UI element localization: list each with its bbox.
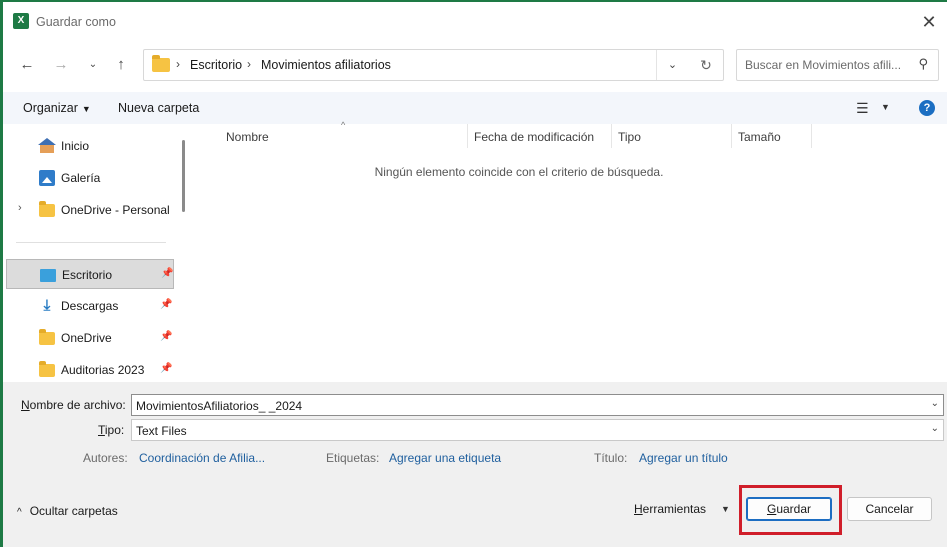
file-type-value: Text Files (136, 424, 187, 438)
gallery-icon (39, 170, 55, 186)
sort-indicator-icon: ^ (341, 120, 346, 130)
nav-item-desktop[interactable]: Escritorio 📌 (6, 259, 174, 289)
search-icon[interactable]: ⚲ (918, 56, 928, 72)
caret-down-icon: ▼ (81, 104, 91, 114)
nav-item-label: Descargas (61, 299, 119, 313)
nav-divider (16, 242, 166, 243)
caret-down-icon[interactable]: ▼ (881, 102, 890, 112)
nav-item-gallery[interactable]: Galería (6, 163, 174, 193)
tools-button[interactable]: Herramientas (634, 502, 706, 516)
breadcrumb-desktop[interactable]: Escritorio (190, 58, 242, 72)
tags-label: Etiquetas: (326, 451, 380, 465)
view-options-icon[interactable]: ☰ (856, 100, 869, 117)
download-icon: ⤓ (43, 297, 51, 314)
title-bar: X Guardar como ✕ (3, 0, 947, 40)
empty-message: Ningún elemento coincide con el criterio… (374, 165, 664, 179)
address-dropdown-icon[interactable]: ⌄ (656, 50, 688, 80)
column-header-size[interactable]: Tamaño (738, 130, 781, 144)
folder-icon (39, 201, 55, 217)
filename-label: Nombre de archivo: (21, 398, 126, 412)
nav-item-label: Escritorio (62, 268, 113, 282)
folder-icon (152, 55, 170, 72)
nav-item-onedrive-personal[interactable]: › OneDrive - Personal (6, 195, 174, 225)
search-box[interactable]: Buscar en Movimientos afili... ⚲ (736, 49, 939, 81)
add-tag-link[interactable]: Agregar una etiqueta (389, 451, 501, 465)
pin-icon[interactable]: 📌 (161, 268, 173, 279)
search-input[interactable]: Buscar en Movimientos afili... (745, 58, 905, 72)
new-folder-button[interactable]: Nueva carpeta (118, 101, 199, 115)
type-label: Tipo: (98, 423, 125, 437)
folder-icon (39, 329, 55, 345)
column-divider[interactable] (731, 124, 732, 148)
column-divider[interactable] (611, 124, 612, 148)
caret-down-icon[interactable]: ▼ (721, 504, 730, 514)
save-form-panel: Nombre de archivo: MovimientosAfiliatori… (3, 382, 947, 547)
column-divider[interactable] (467, 124, 468, 148)
title-label: Título: (594, 451, 628, 465)
chevron-down-icon[interactable]: ⌄ (931, 423, 939, 434)
chevron-down-icon[interactable]: ⌄ (931, 398, 939, 409)
home-icon (38, 138, 56, 154)
hide-folders-button[interactable]: ^ Ocultar carpetas (17, 504, 118, 518)
nav-item-onedrive[interactable]: OneDrive 📌 (6, 323, 174, 353)
address-row: ← → ⌄ ↑ › Escritorio › Movimientos afili… (3, 40, 947, 90)
nav-item-downloads[interactable]: ⤓ Descargas 📌 (6, 291, 174, 321)
column-header-name[interactable]: Nombre (226, 130, 269, 144)
authors-label: Autores: (83, 451, 128, 465)
command-bar: Organizar ▼ Nueva carpeta ☰ ▼ ? (3, 92, 947, 124)
breadcrumb-separator-icon: › (176, 57, 180, 71)
nav-item-auditorias[interactable]: Auditorias 2023 📌 (6, 355, 174, 382)
save-button[interactable]: Guardar (746, 497, 832, 521)
nav-item-label: OneDrive (61, 331, 112, 345)
nav-scrollbar[interactable] (182, 140, 185, 212)
close-icon[interactable]: ✕ (917, 10, 941, 34)
file-type-select[interactable]: Text Files ⌄ (131, 419, 944, 441)
nav-item-home[interactable]: Inicio (6, 131, 174, 161)
pin-icon[interactable]: 📌 (160, 331, 172, 342)
save-as-dialog: X Guardar como ✕ ← → ⌄ ↑ › Escritorio › … (0, 0, 947, 547)
organize-button[interactable]: Organizar ▼ (23, 101, 91, 115)
refresh-icon[interactable]: ↻ (690, 50, 722, 80)
back-arrow-icon[interactable]: ← (16, 54, 38, 76)
navigation-pane: Inicio Galería › OneDrive - Personal Esc… (3, 124, 178, 382)
add-title-link[interactable]: Agregar un título (639, 451, 728, 465)
folder-icon (39, 361, 55, 377)
nav-item-label: Auditorias 2023 (61, 363, 145, 377)
up-arrow-icon[interactable]: ↑ (110, 54, 132, 76)
breadcrumb-separator-icon: › (247, 57, 251, 71)
breadcrumb-current-folder[interactable]: Movimientos afiliatorios (261, 58, 391, 72)
window-title: Guardar como (36, 15, 116, 29)
file-list[interactable]: ^ Nombre Fecha de modificación Tipo Tama… (193, 120, 947, 382)
expand-chevron-icon[interactable]: › (18, 202, 22, 214)
pin-icon[interactable]: 📌 (160, 299, 172, 310)
nav-item-label: OneDrive - Personal (61, 203, 170, 217)
cancel-button[interactable]: Cancelar (847, 497, 932, 521)
column-divider[interactable] (811, 124, 812, 148)
recent-locations-chevron-icon[interactable]: ⌄ (82, 54, 104, 76)
pin-icon[interactable]: 📌 (160, 363, 172, 374)
nav-item-label: Inicio (61, 139, 90, 153)
organize-label: Organizar (23, 101, 78, 115)
help-icon[interactable]: ? (919, 100, 935, 116)
desktop-icon (40, 269, 56, 282)
chevron-up-icon: ^ (17, 507, 22, 518)
authors-value[interactable]: Coordinación de Afilia... (139, 451, 265, 465)
column-header-date[interactable]: Fecha de modificación (474, 130, 594, 144)
nav-item-label: Galería (61, 171, 101, 185)
column-header-type[interactable]: Tipo (618, 130, 641, 144)
address-bar[interactable]: › Escritorio › Movimientos afiliatorios … (143, 49, 724, 81)
forward-arrow-icon[interactable]: → (50, 54, 72, 76)
filename-input[interactable]: MovimientosAfiliatorios_ _2024 (136, 399, 302, 413)
excel-icon: X (13, 13, 29, 29)
filename-field[interactable]: MovimientosAfiliatorios_ _2024 ⌄ (131, 394, 944, 416)
